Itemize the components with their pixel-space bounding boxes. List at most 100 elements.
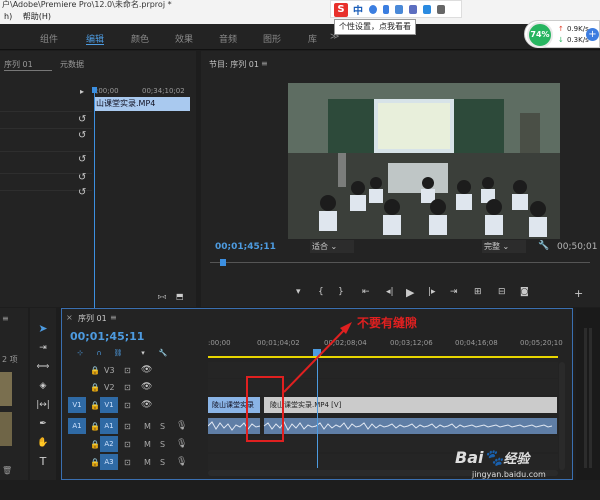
mark-out-icon[interactable]: } <box>338 287 344 297</box>
reset-icon[interactable]: ↺ <box>78 187 86 198</box>
panel-menu-icon[interactable]: ≡ <box>110 313 117 322</box>
trash-icon[interactable]: 🗑 <box>2 466 12 475</box>
vertical-scrollbar[interactable] <box>559 362 565 470</box>
panel-menu-icon[interactable]: ≡ <box>2 314 9 323</box>
workspace-tab-color[interactable]: 颜色 <box>131 32 149 45</box>
track-label[interactable]: A1 <box>100 418 118 434</box>
slip-tool-icon[interactable]: |↔| <box>36 398 50 412</box>
program-playhead[interactable] <box>220 259 226 266</box>
eye-icon[interactable]: 👁 <box>141 400 152 410</box>
workspace-tab-assembly[interactable]: 组件 <box>40 32 58 45</box>
source-patch-v1[interactable]: V1 <box>68 397 86 413</box>
sync-lock-icon[interactable]: ⊡ <box>124 401 131 410</box>
step-forward-icon[interactable]: |▸ <box>428 287 436 297</box>
grid-icon[interactable] <box>437 5 445 14</box>
add-icon[interactable]: + <box>586 28 599 41</box>
nest-icon[interactable]: ⊹ <box>74 347 86 359</box>
mute-button[interactable]: M <box>144 440 151 449</box>
emoji-icon[interactable] <box>369 5 377 14</box>
lock-icon[interactable]: 🔒 <box>90 366 100 375</box>
snap-icon[interactable]: ∩ <box>93 347 105 359</box>
timeline-tab[interactable]: 序列 01 <box>78 313 107 324</box>
lock-icon[interactable]: 🔒 <box>90 458 100 467</box>
lock-icon[interactable]: 🔒 <box>90 422 100 431</box>
source-playhead[interactable] <box>94 91 95 311</box>
reset-icon[interactable]: ↺ <box>78 154 86 165</box>
track-label[interactable]: A2 <box>100 436 118 452</box>
add-button-icon[interactable]: + <box>574 287 583 300</box>
go-to-in-icon[interactable]: ⇤ <box>362 287 370 297</box>
close-icon[interactable]: × <box>66 313 73 322</box>
linked-selection-icon[interactable]: ⛓ <box>112 347 124 359</box>
mic-icon[interactable]: 🎙 <box>176 421 187 431</box>
source-clip[interactable]: 山课堂实录.MP4 <box>94 97 190 111</box>
mic-icon[interactable]: 🎙 <box>176 457 187 467</box>
source-seq-tab[interactable]: 序列 01 <box>4 59 33 70</box>
lift-icon[interactable]: ⊞ <box>474 287 482 297</box>
work-area-bar[interactable] <box>208 356 558 358</box>
sync-lock-icon[interactable]: ⊡ <box>124 366 131 375</box>
thumbnail[interactable] <box>0 372 12 406</box>
marker-icon[interactable]: ▾ <box>296 287 301 297</box>
hand-icon[interactable]: ✋ <box>36 436 50 450</box>
ime-mode-label[interactable]: 中 <box>353 2 363 17</box>
user-icon[interactable] <box>409 5 417 14</box>
track-label[interactable]: A3 <box>100 454 118 470</box>
play-icon[interactable]: ▶ <box>406 286 414 299</box>
camera-icon[interactable]: ◙ <box>520 287 529 297</box>
collapse-arrow-icon[interactable]: ▸ <box>80 87 84 96</box>
selection-tool-icon[interactable]: ➤ <box>36 322 50 336</box>
extract-icon[interactable]: ⊟ <box>498 287 506 297</box>
mark-in-icon[interactable]: { <box>318 287 324 297</box>
track-label[interactable]: V2 <box>104 383 115 392</box>
eye-icon[interactable]: 👁 <box>141 365 152 375</box>
solo-button[interactable]: S <box>160 440 165 449</box>
track-label[interactable]: V1 <box>100 397 118 413</box>
mute-button[interactable]: M <box>144 458 151 467</box>
menu-item-help[interactable]: 帮助(H) <box>23 12 51 21</box>
thumbnail[interactable] <box>0 412 12 446</box>
reset-icon[interactable]: ↺ <box>78 172 86 183</box>
workspace-tab-audio[interactable]: 音频 <box>219 32 237 45</box>
razor-icon[interactable]: ◈ <box>36 379 50 393</box>
reset-icon[interactable]: ↺ <box>78 130 86 141</box>
reset-icon[interactable]: ↺ <box>78 114 86 125</box>
wrench-icon[interactable]: 🔧 <box>538 241 549 251</box>
export-icon[interactable]: ⬒ <box>176 292 184 301</box>
keyboard-icon[interactable] <box>395 5 403 14</box>
go-to-out-icon[interactable]: ⇥ <box>450 287 458 297</box>
solo-button[interactable]: S <box>160 458 165 467</box>
lock-icon[interactable]: 🔒 <box>90 401 100 410</box>
settings-wrench-icon[interactable]: 🔧 <box>157 347 169 359</box>
lock-icon[interactable]: 🔒 <box>90 383 100 392</box>
ripple-edit-icon[interactable]: ⟺ <box>36 360 50 374</box>
track-select-icon[interactable]: ⇥ <box>36 341 50 355</box>
workspace-tab-effects[interactable]: 效果 <box>175 32 193 45</box>
eye-icon[interactable]: 👁 <box>141 382 152 392</box>
workspace-tab-libraries[interactable]: 库 <box>308 32 317 45</box>
timeline-timecode[interactable]: 00;01;45;11 <box>70 330 144 343</box>
source-playhead-head[interactable] <box>92 87 97 93</box>
mute-button[interactable]: M <box>144 422 151 431</box>
shirt-icon[interactable] <box>423 5 431 14</box>
panel-menu-icon[interactable]: ≡ <box>261 59 268 68</box>
add-marker-icon[interactable]: ▾ <box>137 347 149 359</box>
solo-button[interactable]: S <box>160 422 165 431</box>
sync-lock-icon[interactable]: ⊡ <box>124 458 131 467</box>
program-timecode[interactable]: 00;01;45;11 <box>215 242 276 252</box>
sync-lock-icon[interactable]: ⊡ <box>124 422 131 431</box>
source-patch-a1[interactable]: A1 <box>68 418 86 434</box>
video-clip[interactable]: 陵山课堂实录.MP4 [V] <box>264 397 557 413</box>
workspace-tab-graphics[interactable]: 图形 <box>263 32 281 45</box>
sync-lock-icon[interactable]: ⊡ <box>124 440 131 449</box>
lock-icon[interactable]: 🔒 <box>90 440 100 449</box>
sync-lock-icon[interactable]: ⊡ <box>124 383 131 392</box>
mic-icon[interactable] <box>383 5 389 14</box>
metadata-tab[interactable]: 元数据 <box>60 59 84 70</box>
step-back-icon[interactable]: ◂| <box>386 287 394 297</box>
ime-toolbar[interactable]: S 中 <box>330 0 462 18</box>
fit-dropdown[interactable]: 适合 ⌄ <box>310 240 354 253</box>
quality-dropdown[interactable]: 完整 ⌄ <box>482 240 526 253</box>
track-label[interactable]: V3 <box>104 366 115 375</box>
type-tool-icon[interactable]: T <box>36 455 50 469</box>
